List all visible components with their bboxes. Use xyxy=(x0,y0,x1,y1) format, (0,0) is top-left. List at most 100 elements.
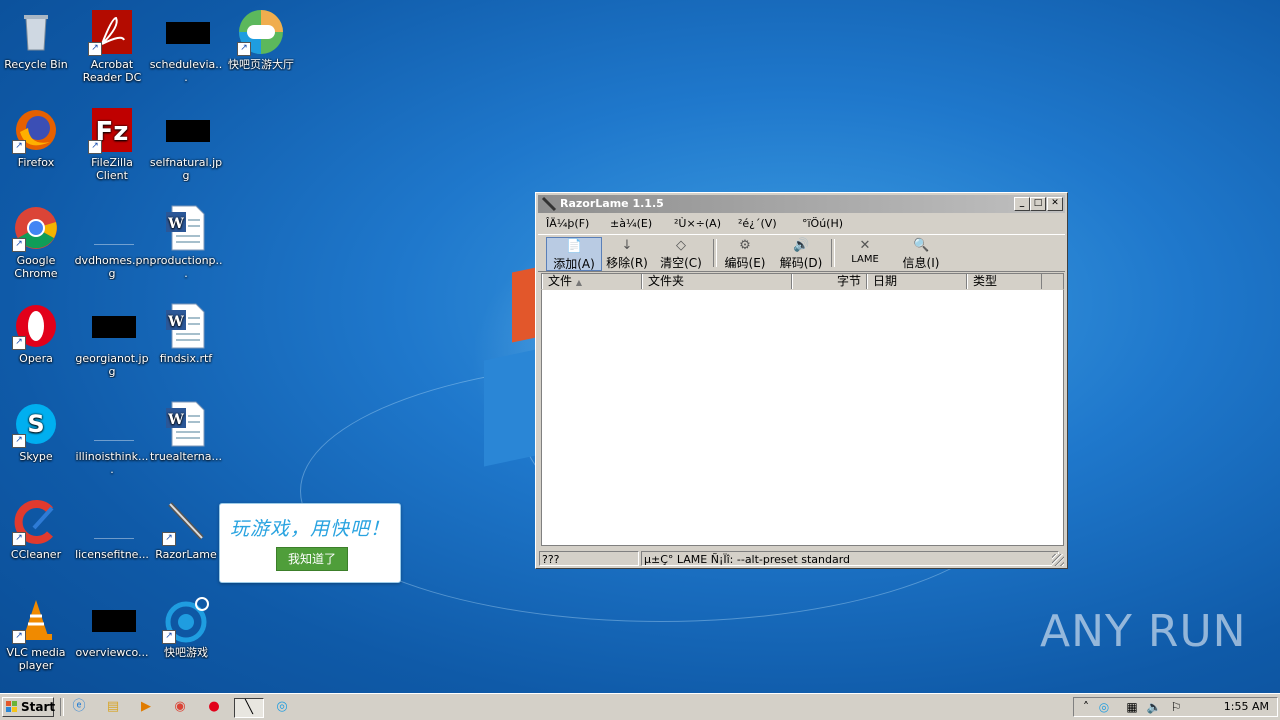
desktop-icon-filezilla[interactable]: Fz ↗ FileZilla Client xyxy=(74,106,150,182)
razorlame-window: RazorLame 1.1.5 _ □ ✕ ÎÄ¼þ(F) ±à¼­(E) ²Ù… xyxy=(535,192,1068,569)
image-file-icon xyxy=(88,498,136,546)
status-bar: ??? µ±Ç° LAME Ñ¡Ïî: --alt-preset standar… xyxy=(538,550,1065,567)
clock[interactable]: 1:55 AM xyxy=(1224,700,1269,713)
desktop-icon-skype[interactable]: S ↗ Skype xyxy=(0,400,74,463)
info-button[interactable]: 🔍 信息(I) xyxy=(894,237,948,270)
start-label: Start xyxy=(21,700,56,714)
got-it-button[interactable]: 我知道了 xyxy=(276,547,348,571)
desktop-icon-label: overviewco... xyxy=(75,646,149,659)
title-bar[interactable]: RazorLame 1.1.5 _ □ ✕ xyxy=(538,195,1065,213)
razorlame-task-icon[interactable]: ╲ xyxy=(234,698,264,718)
window-title: RazorLame 1.1.5 xyxy=(560,197,664,210)
ie-icon[interactable]: ⓔ xyxy=(69,698,89,716)
network-icon[interactable]: ▦ xyxy=(1124,699,1140,715)
gamepad-icon: ↗ xyxy=(237,8,285,56)
shortcut-arrow-icon: ↗ xyxy=(12,238,26,252)
encode-button[interactable]: ⚙ 编码(E) xyxy=(720,237,770,270)
desktop-icon-label: Recycle Bin xyxy=(4,58,68,71)
desktop-icon-truealterna[interactable]: W truealterna... xyxy=(148,400,224,463)
magnifier-icon: 🔍 xyxy=(913,238,930,253)
remove-button[interactable]: ↓ 移除(R) xyxy=(602,237,652,270)
status-left: ??? xyxy=(539,551,639,566)
desktop-icon-kuaiba-hall[interactable]: ↗ 快吧页游大厅 xyxy=(223,8,299,71)
taskbar: Start ⓔ ▤ ▶ ◉ ● ╲ ◎ ˄ ◎ ▦ 🔈 ⚐ 1:55 AM xyxy=(0,693,1280,720)
firefox-icon: ↗ xyxy=(12,106,60,154)
desktop-icon-illinoisthink[interactable]: illinoisthink.... xyxy=(74,400,150,476)
toolbar-label: LAME xyxy=(851,254,879,265)
speaker-icon: 🔊 xyxy=(793,238,810,253)
kuaiba-tray-icon[interactable]: ◎ xyxy=(1096,699,1112,715)
menu-file[interactable]: ÎÄ¼þ(F) xyxy=(546,215,589,233)
word-document-icon: W xyxy=(162,400,210,448)
add-button[interactable]: 📄 添加(A) xyxy=(546,237,602,271)
filezilla-icon: Fz ↗ xyxy=(88,106,136,154)
desktop-icon-kuaiba-game[interactable]: ↗ 快吧游戏 xyxy=(148,596,224,659)
wallpaper-logo-blue xyxy=(484,349,536,467)
toolbar-label: 编码(E) xyxy=(724,256,766,270)
column-date[interactable]: 日期 xyxy=(867,274,967,289)
menu-help[interactable]: °ïÖú(H) xyxy=(802,215,843,233)
clear-button[interactable]: ◇ 清空(C) xyxy=(656,237,706,270)
image-file-icon xyxy=(88,596,136,644)
column-folder[interactable]: 文件夹 xyxy=(642,274,792,289)
desktop-icon-licensefitne[interactable]: licensefitne... xyxy=(74,498,150,561)
menu-view[interactable]: ²é¿´(V) xyxy=(738,215,777,233)
folder-icon[interactable]: ▤ xyxy=(103,698,123,716)
toolbar-label: 清空(C) xyxy=(660,256,702,270)
chrome-icon: ↗ xyxy=(12,204,60,252)
menu-edit[interactable]: ±à¼­(E) xyxy=(610,215,652,233)
desktop-icon-recycle-bin[interactable]: Recycle Bin xyxy=(0,8,74,71)
column-file[interactable]: 文件 ▲ xyxy=(542,274,642,289)
decode-button[interactable]: 🔊 解码(D) xyxy=(776,237,826,270)
start-button[interactable]: Start xyxy=(2,697,56,717)
volume-icon[interactable]: 🔈 xyxy=(1146,699,1162,715)
kuaiba-icon: ↗ xyxy=(162,596,210,644)
desktop-icon-productionp[interactable]: W productionp... xyxy=(148,204,224,280)
show-hidden-icons-icon[interactable]: ˄ xyxy=(1078,699,1094,715)
sort-asc-icon: ▲ xyxy=(575,278,582,287)
resize-grip-icon[interactable] xyxy=(1052,554,1064,566)
opera-icon: ↗ xyxy=(12,302,60,350)
opera-icon[interactable]: ● xyxy=(204,698,224,716)
close-button[interactable]: ✕ xyxy=(1047,197,1063,211)
media-player-icon[interactable]: ▶ xyxy=(136,698,156,716)
desktop-icon-label: RazorLame xyxy=(155,548,217,561)
toolbar-label: 信息(I) xyxy=(902,256,940,270)
desktop-icon-firefox[interactable]: ↗ Firefox xyxy=(0,106,74,169)
desktop-icon-findsix[interactable]: W findsix.rtf xyxy=(148,302,224,365)
desktop-icon-dvdhomes[interactable]: dvdhomes.png xyxy=(74,204,150,280)
shortcut-arrow-icon: ↗ xyxy=(12,630,26,644)
desktop-icon-vlc[interactable]: ↗ VLC media player xyxy=(0,596,74,672)
desktop-icon-label: Firefox xyxy=(17,156,55,169)
svg-text:W: W xyxy=(167,412,184,428)
desktop-icon-label: VLC media player xyxy=(6,646,66,672)
desktop-icon-razorlame[interactable]: ↗ RazorLame xyxy=(148,498,224,561)
remove-icon: ↓ xyxy=(621,238,633,253)
desktop-icon-overviewco[interactable]: overviewco... xyxy=(74,596,150,659)
desktop-icon-scheduleviа[interactable]: scheduleviа... xyxy=(148,8,224,84)
desktop-icon-selfnatural[interactable]: selfnatural.jpg xyxy=(148,106,224,182)
image-file-icon xyxy=(88,302,136,350)
file-list[interactable] xyxy=(541,289,1064,546)
lame-options-button[interactable]: ✕ LAME xyxy=(840,237,890,269)
svg-text:S: S xyxy=(27,410,44,438)
maximize-button[interactable]: □ xyxy=(1030,197,1046,211)
desktop-icon-chrome[interactable]: ↗ Google Chrome xyxy=(0,204,74,280)
desktop-icon-label: productionp... xyxy=(149,254,223,280)
desktop-icon-acrobat[interactable]: ↗ Acrobat Reader DC xyxy=(74,8,150,84)
shortcut-arrow-icon: ↗ xyxy=(237,42,251,56)
desktop-icon-label: truealterna... xyxy=(150,450,222,463)
kuaiba-icon[interactable]: ◎ xyxy=(272,698,292,716)
notification-title: 玩游戏，用快吧！ xyxy=(229,518,390,540)
column-bytes[interactable]: 字节 xyxy=(792,274,867,289)
column-type[interactable]: 类型 xyxy=(967,274,1042,289)
desktop-icon-label: Opera xyxy=(19,352,53,365)
action-center-flag-icon[interactable]: ⚐ xyxy=(1168,699,1184,715)
desktop-icon-opera[interactable]: ↗ Opera xyxy=(0,302,74,365)
desktop-icon-ccleaner[interactable]: ↗ CCleaner xyxy=(0,498,74,561)
shortcut-arrow-icon: ↗ xyxy=(88,42,102,56)
desktop-icon-georgianot[interactable]: georgianot.jpg xyxy=(74,302,150,378)
minimize-button[interactable]: _ xyxy=(1014,197,1030,211)
menu-action[interactable]: ²Ù×÷(A) xyxy=(674,215,721,233)
chrome-icon[interactable]: ◉ xyxy=(170,698,190,716)
